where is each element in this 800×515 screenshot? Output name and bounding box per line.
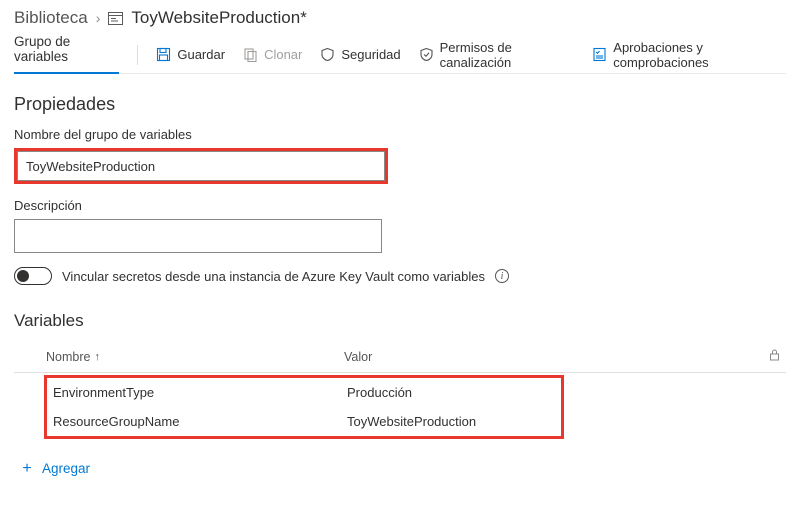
col-name-header[interactable]: Nombre ↑ bbox=[14, 350, 344, 364]
breadcrumb-root[interactable]: Biblioteca bbox=[14, 8, 88, 28]
pipeline-permissions-label: Permisos de canalización bbox=[440, 40, 575, 70]
col-lock-header bbox=[756, 349, 786, 364]
clone-button: Clonar bbox=[243, 47, 302, 62]
checklist-icon bbox=[592, 47, 607, 62]
col-name-label: Nombre bbox=[46, 350, 90, 364]
keyvault-toggle-label: Vincular secretos desde una instancia de… bbox=[62, 269, 485, 284]
breadcrumb-current: ToyWebsiteProduction* bbox=[131, 8, 306, 28]
approvals-label: Aprobaciones y comprobaciones bbox=[613, 40, 786, 70]
var-name-cell[interactable]: ResourceGroupName bbox=[47, 414, 347, 429]
properties-heading: Propiedades bbox=[14, 94, 786, 115]
description-input[interactable] bbox=[14, 219, 382, 253]
variables-header-row: Nombre ↑ Valor bbox=[14, 343, 786, 373]
chevron-right-icon: › bbox=[96, 10, 101, 26]
col-value-header[interactable]: Valor bbox=[344, 350, 756, 364]
toolbar-separator bbox=[137, 45, 138, 65]
clone-label: Clonar bbox=[264, 47, 302, 62]
highlight-name bbox=[14, 148, 388, 184]
lock-icon bbox=[769, 349, 780, 361]
var-name-cell[interactable]: EnvironmentType bbox=[47, 385, 347, 400]
var-value-cell[interactable]: ToyWebsiteProduction bbox=[347, 414, 561, 429]
toolbar: Grupo de variables Guardar Clonar bbox=[14, 36, 786, 74]
name-input[interactable] bbox=[17, 151, 385, 181]
name-label: Nombre del grupo de variables bbox=[14, 127, 786, 142]
clone-icon bbox=[243, 47, 258, 62]
shield-icon bbox=[320, 47, 335, 62]
security-button[interactable]: Seguridad bbox=[320, 47, 400, 62]
save-icon bbox=[156, 47, 171, 62]
variable-group-icon bbox=[108, 12, 123, 25]
save-button[interactable]: Guardar bbox=[156, 47, 225, 62]
security-label: Seguridad bbox=[341, 47, 400, 62]
save-label: Guardar bbox=[177, 47, 225, 62]
pipeline-permissions-button[interactable]: Permisos de canalización bbox=[419, 40, 575, 70]
description-label: Descripción bbox=[14, 198, 786, 213]
table-row[interactable]: EnvironmentType Producción bbox=[47, 378, 561, 407]
info-icon[interactable]: i bbox=[495, 269, 509, 283]
table-row[interactable]: ResourceGroupName ToyWebsiteProduction bbox=[47, 407, 561, 436]
add-label: Agregar bbox=[42, 461, 90, 476]
keyvault-toggle[interactable] bbox=[14, 267, 52, 285]
tab-variable-group[interactable]: Grupo de variables bbox=[14, 37, 119, 74]
approvals-button[interactable]: Aprobaciones y comprobaciones bbox=[592, 40, 786, 70]
add-variable-button[interactable]: + Agregar bbox=[20, 461, 786, 476]
variables-table: Nombre ↑ Valor EnvironmentType Producció… bbox=[14, 343, 786, 439]
var-value-cell[interactable]: Producción bbox=[347, 385, 561, 400]
sort-ascending-icon: ↑ bbox=[94, 351, 100, 363]
highlight-rows: EnvironmentType Producción ResourceGroup… bbox=[44, 375, 564, 439]
plus-icon: + bbox=[20, 462, 34, 476]
variables-heading: Variables bbox=[14, 311, 786, 331]
shield-check-icon bbox=[419, 47, 434, 62]
breadcrumb: Biblioteca › ToyWebsiteProduction* bbox=[14, 6, 786, 34]
toggle-knob bbox=[17, 270, 29, 282]
